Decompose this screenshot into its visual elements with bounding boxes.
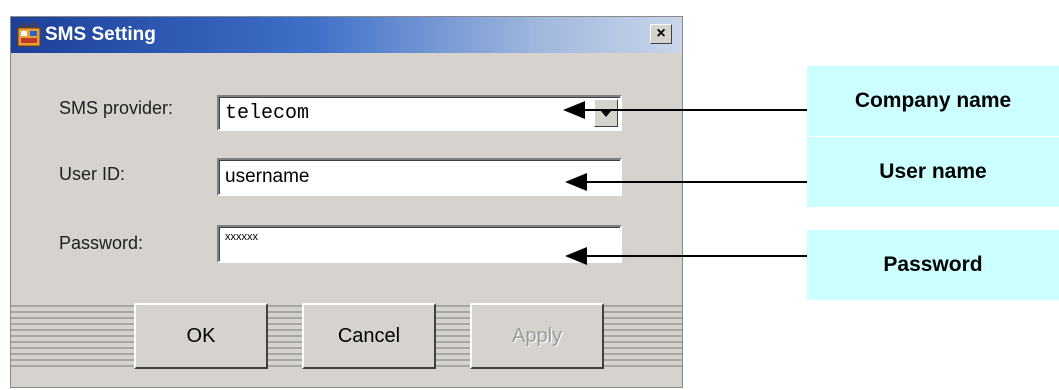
arrow-password (565, 247, 807, 265)
arrow-user (565, 173, 807, 191)
callout-arrows (563, 101, 807, 265)
arrow-company (563, 101, 807, 119)
